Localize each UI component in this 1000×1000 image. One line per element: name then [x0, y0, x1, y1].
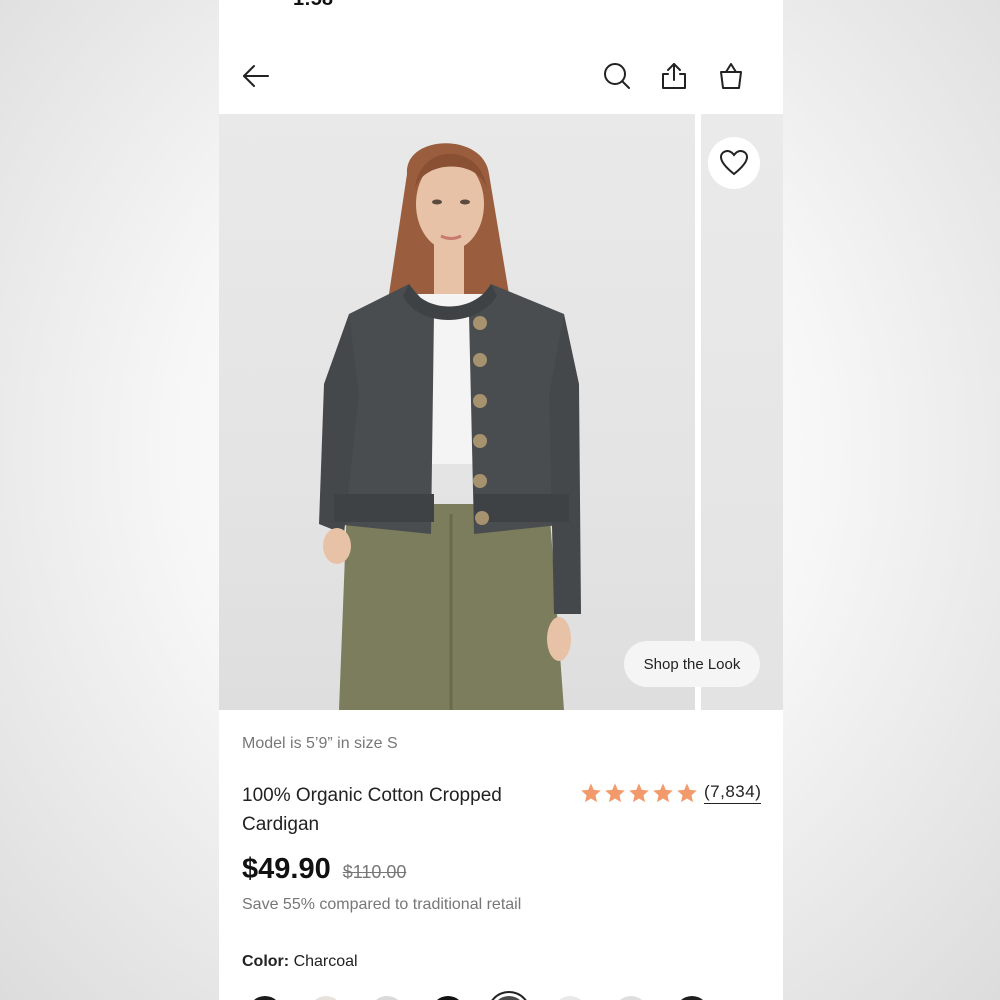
color-value: Charcoal: [293, 953, 358, 970]
color-selection-label: Color: Charcoal: [242, 953, 358, 971]
heart-icon: [720, 150, 748, 176]
product-photo-next[interactable]: [701, 114, 783, 710]
rating-stars: [580, 782, 698, 804]
favorite-button[interactable]: [708, 137, 760, 189]
color-label: Color:: [242, 953, 290, 970]
original-price: $110.00: [342, 862, 407, 882]
sale-price: $49.90: [242, 853, 331, 885]
color-swatch[interactable]: [431, 996, 465, 1000]
star-icon: [653, 783, 673, 803]
color-swatch[interactable]: [614, 996, 648, 1000]
product-title: 100% Organic Cotton Cropped Cardigan: [242, 785, 502, 835]
rating-summary[interactable]: (7,834): [580, 782, 762, 804]
model-illustration: [319, 143, 581, 710]
star-icon: [605, 783, 625, 803]
product-photo-main[interactable]: [219, 114, 695, 710]
star-icon: [629, 783, 649, 803]
search-icon: [604, 63, 630, 89]
cart-button[interactable]: [711, 56, 751, 96]
search-button[interactable]: [597, 56, 637, 96]
arrow-left-icon: [243, 65, 269, 87]
savings-note: Save 55% compared to traditional retail: [242, 896, 522, 913]
shop-the-look-button[interactable]: Shop the Look: [624, 641, 760, 687]
color-swatches: [242, 990, 762, 1000]
color-swatch[interactable]: [553, 996, 587, 1000]
color-swatch[interactable]: [248, 996, 282, 1000]
color-swatch[interactable]: [309, 996, 343, 1000]
product-page: 1:58: [219, 0, 783, 1000]
price-row: $49.90 $110.00: [242, 853, 406, 886]
back-button[interactable]: [236, 56, 276, 96]
color-swatch[interactable]: [492, 996, 526, 1000]
status-bar: 1:58: [219, 0, 783, 11]
shopping-bag-icon: [720, 63, 742, 89]
top-navigation: [219, 40, 783, 110]
model-size-note: Model is 5’9” in size S: [242, 735, 398, 752]
star-icon: [677, 783, 697, 803]
color-swatch[interactable]: [675, 996, 709, 1000]
share-button[interactable]: [654, 56, 694, 96]
color-swatch[interactable]: [370, 996, 404, 1000]
status-time: 1:58: [293, 0, 333, 11]
product-image-gallery[interactable]: Shop the Look: [219, 114, 783, 710]
star-icon: [581, 783, 601, 803]
share-icon: [662, 63, 686, 89]
review-count-link[interactable]: (7,834): [704, 782, 762, 804]
